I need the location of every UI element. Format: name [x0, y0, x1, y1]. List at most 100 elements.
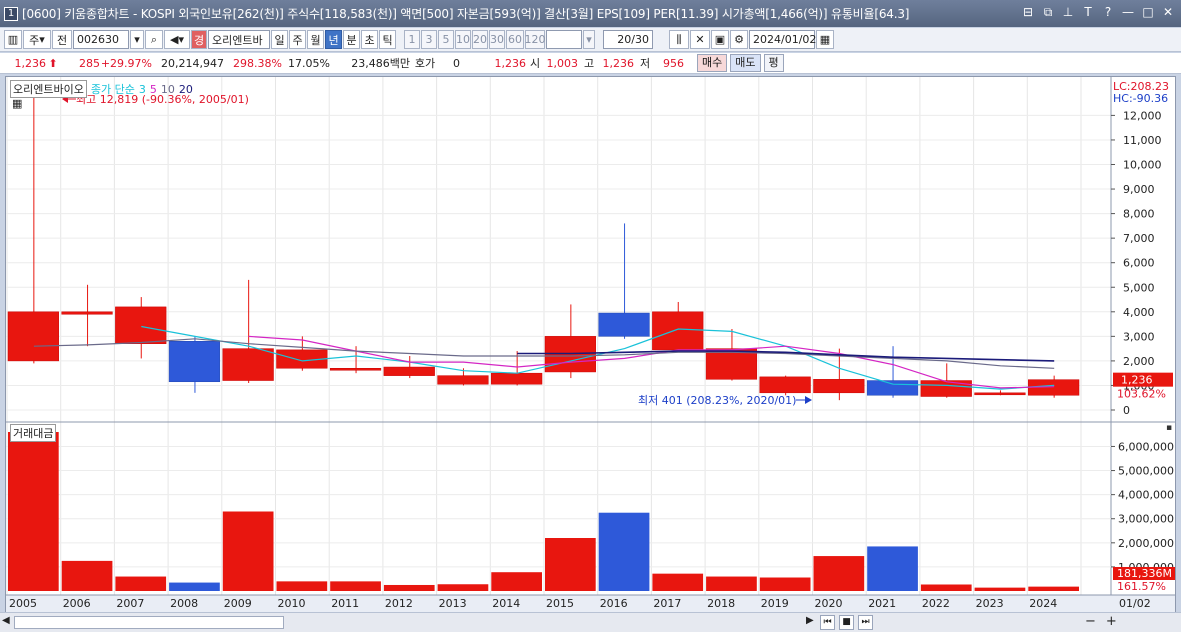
period-second[interactable]: 초	[361, 30, 378, 49]
candle-body	[491, 372, 543, 385]
x-tick-label: 2015	[546, 597, 574, 610]
stock-name-field[interactable]: 오리엔트바	[208, 30, 270, 49]
turnover-rate: 17.05%	[288, 56, 330, 70]
x-tick-label: 2011	[331, 597, 359, 610]
copy-icon[interactable]: ⧉	[1041, 5, 1055, 20]
volume-tick-label: 6,000,000M	[1118, 440, 1175, 453]
date-input[interactable]: 2024/01/02	[749, 30, 816, 49]
gear-icon[interactable]: ⚙	[730, 30, 748, 49]
crosshair-icon[interactable]: ✕	[690, 30, 710, 49]
x-tick-label: 2007	[116, 597, 144, 610]
price-tick-label: 9,000	[1123, 183, 1155, 196]
legend-ma-label: 종가 단순	[90, 83, 135, 96]
eval-button[interactable]: 평	[763, 54, 784, 72]
panel-toggle-icon: ▪	[1166, 423, 1172, 433]
zoom-out-icon[interactable]: −	[1085, 614, 1096, 629]
rewind-icon[interactable]: ⏮	[820, 615, 835, 630]
period-month[interactable]: 월	[307, 30, 324, 49]
change-value: 285	[79, 56, 100, 70]
calendar-icon[interactable]: ▦	[816, 30, 834, 49]
interval-30[interactable]: 30	[489, 30, 505, 49]
interval-5[interactable]: 5	[438, 30, 454, 49]
x-tick-label: 2020	[815, 597, 843, 610]
forward-icon[interactable]: ⏭	[858, 615, 873, 630]
vol-pct-tag: 161.57%	[1117, 580, 1166, 593]
grid-icon[interactable]: ▦	[12, 97, 22, 110]
period-tick[interactable]: 틱	[379, 30, 396, 49]
volume-bar	[61, 560, 113, 591]
chart-area[interactable]: 2005 2006 2007 2008 2009 2010 2011 2012 2013 2014…	[5, 76, 1176, 616]
count-input[interactable]: 20/30	[603, 30, 653, 49]
legend-stock-name: 오리엔트바이오	[10, 80, 87, 98]
candle-body	[652, 311, 704, 351]
interval-1[interactable]: 1	[404, 30, 420, 49]
interval-20[interactable]: 20	[472, 30, 488, 49]
prev-button[interactable]: 전	[52, 30, 72, 49]
interval-input[interactable]	[546, 30, 582, 49]
font-icon[interactable]: T	[1081, 5, 1095, 20]
scroll-thumb[interactable]	[14, 616, 284, 629]
chevron-down-icon[interactable]: ▾	[130, 30, 144, 49]
hc-label: HC:-90.36	[1113, 92, 1168, 105]
x-tick-label: 2018	[707, 597, 735, 610]
minimize-button[interactable]: —	[1121, 5, 1135, 20]
scroll-right-icon[interactable]: ▶	[806, 615, 814, 626]
candle-icon[interactable]: ⫼	[669, 30, 689, 49]
volume-bar	[759, 577, 811, 591]
price-tick-label: 12,000	[1123, 109, 1162, 122]
info-bar: 1,236 ⬆ 285 +29.97% 20,214,947 298.38% 1…	[0, 53, 1181, 74]
pin-icon[interactable]: ⊥	[1061, 5, 1075, 20]
layout-icon[interactable]: ⊟	[1021, 5, 1035, 20]
x-tick-label: 2014	[492, 597, 520, 610]
period-minute[interactable]: 분	[343, 30, 360, 49]
close-button[interactable]: ✕	[1161, 5, 1175, 20]
period-day[interactable]: 일	[271, 30, 288, 49]
interval-120[interactable]: 120	[525, 30, 546, 49]
volume-bar	[115, 576, 167, 591]
playback-controls: ⏮ ■ ⏭	[820, 615, 873, 630]
volume-bar	[437, 584, 489, 591]
open-label: 시	[529, 57, 541, 70]
stop-icon[interactable]: ■	[839, 615, 854, 630]
current-price: 1,236	[14, 56, 47, 70]
candle-body	[866, 380, 919, 396]
volume-tick-label: 4,000,000M	[1118, 489, 1175, 502]
panel-icon[interactable]: ▥	[4, 30, 22, 49]
x-tick-label: 2022	[922, 597, 950, 610]
window-title: [0600] 키움종합차트 - KOSPI 외국인보유[262(천)] 주식수[…	[22, 7, 910, 21]
horizontal-scrollbar[interactable]: ◀ ▶ ⏮ ■ ⏭ − +	[0, 612, 1181, 632]
low-annotation: 최저 401 (208.23%, 2020/01)	[638, 394, 796, 407]
interval-60[interactable]: 60	[506, 30, 524, 49]
candle-body	[222, 348, 274, 381]
zoom-controls: − +	[1085, 614, 1117, 629]
maximize-button[interactable]: □	[1141, 5, 1155, 20]
zoom-in-icon[interactable]: +	[1106, 614, 1117, 629]
interval-3[interactable]: 3	[421, 30, 437, 49]
buy-button[interactable]: 매수	[697, 54, 728, 72]
chart-svg[interactable]: 2005 2006 2007 2008 2009 2010 2011 2012 2013 2014…	[6, 77, 1175, 615]
code-input[interactable]: 002630	[73, 30, 129, 49]
volume-bar	[8, 432, 59, 591]
x-tick-label: 2016	[600, 597, 628, 610]
interval-chevron-icon[interactable]: ▾	[583, 30, 595, 49]
speaker-icon[interactable]: ◀▾	[164, 30, 190, 49]
trade-amount: 23,486백만	[351, 57, 410, 70]
legend-ma20: 20	[178, 82, 193, 96]
search-icon[interactable]: ⌕	[145, 30, 163, 49]
period-week[interactable]: 주	[289, 30, 306, 49]
candle-body	[598, 312, 650, 337]
volume-bar	[222, 511, 274, 591]
period-year[interactable]: 년	[325, 30, 342, 49]
x-tick-label: 2013	[439, 597, 467, 610]
high-value: 1,236	[602, 56, 635, 70]
legend-ma10: 10	[160, 82, 175, 96]
market-select[interactable]: 주 ▾	[23, 30, 51, 49]
help-icon[interactable]: ?	[1101, 5, 1115, 20]
x-last-date: 01/02	[1119, 597, 1151, 610]
save-icon[interactable]: ▣	[711, 30, 729, 49]
scroll-left-icon[interactable]: ◀	[2, 615, 10, 626]
sell-button[interactable]: 매도	[730, 54, 761, 72]
interval-10[interactable]: 10	[455, 30, 471, 49]
price-tick-label: 0	[1123, 404, 1130, 417]
hoga-label: 호가	[414, 57, 436, 70]
